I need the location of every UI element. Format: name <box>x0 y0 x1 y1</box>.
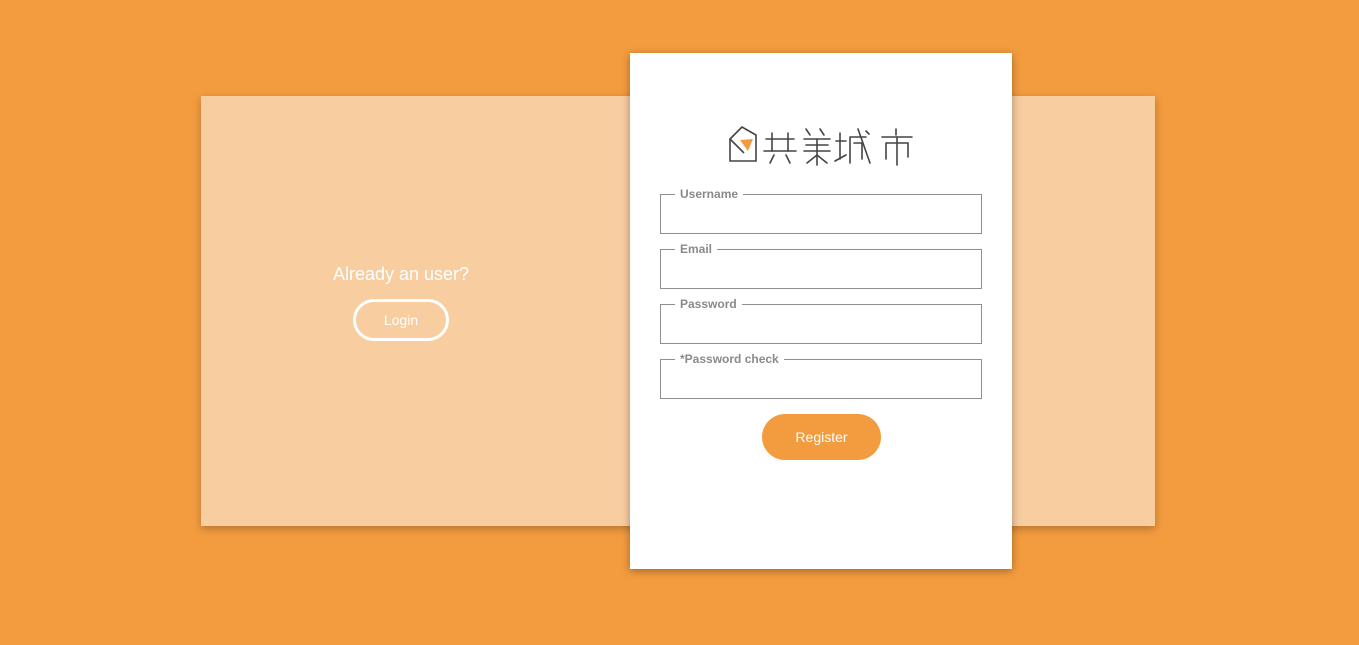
email-field: Email <box>660 242 982 289</box>
login-prompt-title: Already an user? <box>332 263 470 284</box>
login-prompt-panel: Already an user? Login <box>201 96 601 526</box>
logo-accent-shape <box>740 139 753 151</box>
username-input[interactable] <box>661 195 981 233</box>
register-button[interactable]: Register <box>762 414 881 460</box>
register-form-card: Username Email Password *Password check … <box>630 53 1012 569</box>
password-input[interactable] <box>661 305 981 343</box>
password-check-input[interactable] <box>661 360 981 398</box>
username-field: Username <box>660 187 982 234</box>
email-input[interactable] <box>661 250 981 288</box>
password-field: Password <box>660 297 982 344</box>
brand-logo <box>729 126 913 166</box>
password-check-field: *Password check <box>660 352 982 399</box>
logo-wordmark <box>763 128 913 166</box>
login-button[interactable]: Login <box>353 298 449 341</box>
